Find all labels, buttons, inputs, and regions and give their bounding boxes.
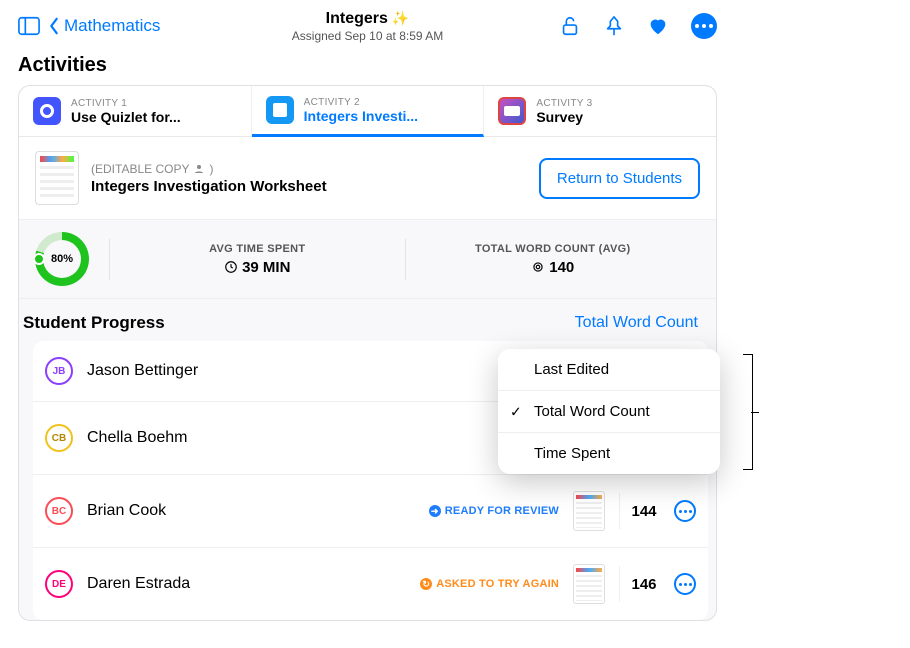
student-name: Chella Boehm [87, 429, 535, 447]
avatar: JB [45, 357, 73, 385]
progress-dot-icon [33, 253, 45, 265]
section-title: Activities [0, 48, 735, 85]
sort-popover: Last Edited ✓ Total Word Count Time Spen… [498, 349, 720, 474]
person-icon [193, 163, 205, 175]
activity-detail-title: Integers Investigation Worksheet [91, 178, 539, 195]
page-title-group: Integers ✨ Assigned Sep 10 at 8:59 AM [292, 10, 443, 43]
status-badge: ↻ ASKED TO TRY AGAIN [420, 578, 559, 590]
sidebar-toggle-icon[interactable] [18, 15, 40, 37]
top-bar: Mathematics Integers ✨ Assigned Sep 10 a… [0, 0, 735, 48]
activity-tabs: ACTIVITY 1 Use Quizlet for... ACTIVITY 2… [19, 86, 716, 137]
word-count: 146 [620, 576, 668, 593]
tab-activity-1[interactable]: ACTIVITY 1 Use Quizlet for... [19, 86, 252, 136]
progress-ring: 80% [35, 232, 89, 286]
more-button[interactable] [691, 13, 717, 39]
word-count: 144 [620, 503, 668, 520]
checkmark-icon: ✓ [510, 403, 522, 420]
student-row[interactable]: DE Daren Estrada ↻ ASKED TO TRY AGAIN 14… [33, 548, 708, 620]
avatar: BC [45, 497, 73, 525]
popover-item-time-spent[interactable]: Time Spent [498, 433, 720, 474]
page-subtitle: Assigned Sep 10 at 8:59 AM [292, 29, 443, 43]
stat-time-value: 39 MIN [242, 259, 290, 276]
sort-dropdown[interactable]: Total Word Count [575, 314, 698, 332]
avatar: DE [45, 570, 73, 598]
heart-icon[interactable] [647, 15, 669, 37]
worksheet-thumbnail[interactable] [573, 564, 605, 604]
worksheet-thumbnail[interactable] [573, 491, 605, 531]
student-name: Brian Cook [87, 502, 429, 520]
stat-time-label: AVG TIME SPENT [110, 243, 405, 255]
quizlet-icon [33, 97, 61, 125]
unlock-icon[interactable] [559, 15, 581, 37]
progress-percent: 80% [43, 240, 81, 278]
activity-detail-row: (EDITABLE COPY ) Integers Investigation … [19, 137, 716, 220]
tab-eyebrow: ACTIVITY 3 [536, 98, 592, 109]
student-progress-title: Student Progress [23, 313, 165, 333]
page-title: Integers [326, 10, 388, 28]
clock-icon [224, 260, 238, 274]
tab-activity-2[interactable]: ACTIVITY 2 Integers Investi... [252, 86, 485, 137]
tab-activity-3[interactable]: ACTIVITY 3 Survey [484, 86, 716, 136]
editable-copy-tag: (EDITABLE COPY ) [91, 162, 539, 176]
stat-count-label: TOTAL WORD COUNT (AVG) [406, 243, 701, 255]
student-name: Daren Estrada [87, 575, 420, 593]
avatar: CB [45, 424, 73, 452]
back-label: Mathematics [64, 16, 160, 36]
tab-name: Use Quizlet for... [71, 109, 181, 125]
student-row[interactable]: BC Brian Cook ➜ READY FOR REVIEW 144 [33, 475, 708, 548]
retry-icon: ↻ [420, 578, 432, 590]
popover-item-last-edited[interactable]: Last Edited [498, 349, 720, 391]
tab-name: Integers Investi... [304, 108, 418, 124]
survey-icon [498, 97, 526, 125]
back-button[interactable]: Mathematics [48, 16, 160, 36]
files-icon [266, 96, 294, 124]
sparkle-icon: ✨ [392, 10, 409, 27]
callout-bracket [735, 354, 759, 470]
tab-eyebrow: ACTIVITY 2 [304, 97, 418, 108]
badge-icon [531, 260, 545, 274]
pin-icon[interactable] [603, 15, 625, 37]
status-badge: ➜ READY FOR REVIEW [429, 505, 559, 517]
row-more-button[interactable] [674, 573, 696, 595]
stats-row: 80% AVG TIME SPENT 39 MIN TOTAL WORD COU… [19, 220, 716, 299]
stat-count-value: 140 [549, 259, 574, 276]
return-to-students-button[interactable]: Return to Students [539, 158, 700, 199]
row-more-button[interactable] [674, 500, 696, 522]
tab-name: Survey [536, 109, 592, 125]
worksheet-thumbnail[interactable] [35, 151, 79, 205]
tab-eyebrow: ACTIVITY 1 [71, 98, 181, 109]
arrow-right-icon: ➜ [429, 505, 441, 517]
popover-item-total-word-count[interactable]: ✓ Total Word Count [498, 391, 720, 433]
